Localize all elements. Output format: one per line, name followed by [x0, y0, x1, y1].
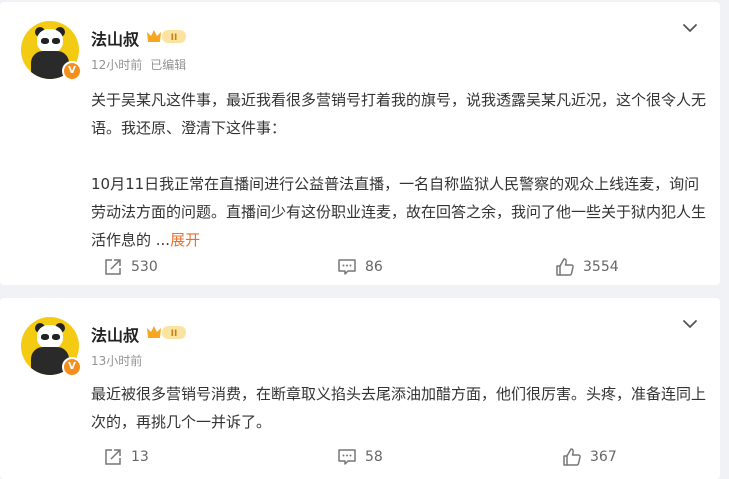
repost-count: 13: [131, 449, 149, 465]
level-text: II: [171, 33, 178, 43]
repost-count: 530: [131, 259, 158, 275]
like-button[interactable]: 367: [562, 447, 617, 467]
thumbs-up-icon: [556, 258, 574, 276]
post-meta: 12小时前 已编辑: [91, 56, 186, 73]
post-time[interactable]: 12小时前: [91, 58, 142, 72]
chevron-down-icon[interactable]: [680, 18, 700, 38]
panda-eye-left: [41, 38, 49, 44]
edited-label[interactable]: 已编辑: [150, 58, 186, 72]
post-meta: 13小时前: [91, 352, 142, 369]
comment-count: 58: [365, 449, 383, 465]
post-time[interactable]: 13小时前: [91, 354, 142, 368]
expand-link[interactable]: 展开: [170, 231, 200, 249]
level-crown-icon: II: [147, 30, 186, 43]
like-count: 3554: [583, 259, 619, 275]
author-name[interactable]: 法山叔: [91, 26, 139, 50]
comment-count: 86: [365, 259, 383, 275]
panda-eye-left: [41, 334, 49, 340]
post-content: 关于吴某凡这件事，最近我看很多营销号打着我的旗号，说我透露吴某凡近况，这个很令人…: [91, 86, 706, 254]
thumbs-up-icon: [563, 448, 581, 466]
panda-eye-right: [52, 38, 60, 44]
panda-eye-right: [52, 334, 60, 340]
post-paragraph-blank: [91, 142, 706, 170]
level-crown-icon: II: [147, 326, 186, 339]
repost-button[interactable]: 13: [103, 447, 149, 467]
share-icon: [105, 259, 121, 275]
repost-button[interactable]: 530: [103, 257, 158, 277]
post-content: 最近被很多营销号消费，在断章取义掐头去尾添油加醋方面，他们很厉害。头疼，准备连同…: [91, 380, 706, 436]
post-card: V 法山叔 II 13小时前 最近被很多营销号消费，在断章取义掐头去尾添油加醋方…: [0, 298, 720, 479]
comment-icon: [338, 259, 356, 275]
post-paragraph: 关于吴某凡这件事，最近我看很多营销号打着我的旗号，说我透露吴某凡近况，这个很令人…: [91, 91, 707, 137]
post-paragraph: 10月11日我正常在直播间进行公益普法直播，一名自称监狱人民警察的观众上线连麦，…: [91, 170, 706, 254]
verified-badge-icon: V: [62, 61, 82, 81]
share-icon: [105, 449, 121, 465]
comment-icon: [338, 449, 356, 465]
post-paragraph: 最近被很多营销号消费，在断章取义掐头去尾添油加醋方面，他们很厉害。头疼，准备连同…: [91, 385, 707, 431]
like-count: 367: [590, 449, 617, 465]
chevron-down-icon[interactable]: [680, 314, 700, 334]
comment-button[interactable]: 86: [337, 257, 383, 277]
level-text: II: [171, 329, 178, 339]
post-card: V 法山叔 II 12小时前 已编辑 关于吴某凡这件事，最近我看很多营销号打着我的…: [0, 2, 720, 285]
like-button[interactable]: 3554: [555, 257, 619, 277]
verified-badge-icon: V: [62, 357, 82, 377]
comment-button[interactable]: 58: [337, 447, 383, 467]
author-name[interactable]: 法山叔: [91, 322, 139, 346]
